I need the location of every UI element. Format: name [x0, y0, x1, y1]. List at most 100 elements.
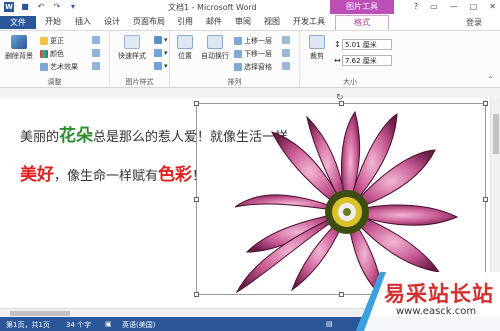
ribbon: 删除背景 更正 颜色 艺术效果 调整 快速样式 ▾ ▾ ▾ 图片样式 位置 自动…	[0, 30, 500, 89]
picture-border-icon	[154, 36, 162, 44]
bring-forward-icon	[234, 37, 242, 45]
tab-home[interactable]: 开始	[45, 15, 61, 29]
remove-background-icon	[11, 35, 27, 49]
ruler	[0, 88, 500, 98]
selected-picture[interactable]: ↻	[194, 93, 488, 299]
save-icon[interactable]: ■	[20, 2, 30, 12]
resize-handle-left[interactable]	[194, 197, 199, 202]
tab-file[interactable]: 文件	[0, 16, 36, 29]
proofing-icon[interactable]: ▣	[105, 320, 112, 328]
flower-image	[234, 110, 459, 299]
collapse-ribbon-icon[interactable]: ⌃	[487, 75, 494, 84]
artistic-effects-label: 艺术效果	[50, 63, 78, 71]
width-field[interactable]: 7.62 厘米	[342, 55, 392, 66]
document-line-2[interactable]: 美好，像生命一样赋有色彩！	[20, 160, 205, 185]
compress-icon	[92, 36, 100, 44]
selection-pane-label: 选择窗格	[244, 63, 272, 71]
tab-references[interactable]: 引用	[177, 15, 193, 29]
language-status[interactable]: 英语(美国)	[122, 320, 155, 330]
picture-layout-button[interactable]: ▾	[154, 62, 168, 70]
wrap-text-button[interactable]: 自动换行	[198, 35, 232, 61]
adjust-group: 删除背景 更正 颜色 艺术效果 调整	[0, 31, 110, 89]
quick-styles-icon	[124, 35, 140, 49]
login-link[interactable]: 登录	[466, 17, 482, 28]
resize-handle-right[interactable]	[483, 197, 488, 202]
corrections-label: 更正	[50, 37, 64, 45]
align-button[interactable]	[282, 36, 290, 44]
quick-styles-label: 快速样式	[118, 52, 146, 60]
vertical-scroll-thumb[interactable]	[493, 114, 499, 154]
undo-icon[interactable]: ↶	[36, 2, 46, 12]
tab-mailings[interactable]: 邮件	[206, 15, 222, 29]
help-icon[interactable]: ?	[414, 2, 418, 11]
adjust-group-label: 调整	[47, 78, 62, 86]
change-picture-button[interactable]	[92, 49, 100, 57]
quick-access-toolbar: W ■ ↶ ↷ ▾	[4, 2, 78, 12]
send-backward-button[interactable]: 下移一层	[234, 49, 272, 59]
artistic-effects-icon	[40, 63, 48, 71]
tab-insert[interactable]: 插入	[75, 15, 91, 29]
picture-border-button[interactable]: ▾	[154, 36, 168, 44]
maximize-icon[interactable]: ▢	[470, 2, 478, 11]
tab-page-layout[interactable]: 页面布局	[133, 15, 165, 29]
rotate-button[interactable]	[282, 62, 290, 70]
selection-pane-button[interactable]: 选择窗格	[234, 62, 272, 72]
bring-forward-button[interactable]: 上移一层	[234, 36, 272, 46]
remove-background-button[interactable]: 删除背景	[2, 35, 36, 61]
compress-pictures-button[interactable]	[92, 36, 100, 44]
tab-review[interactable]: 审阅	[235, 15, 251, 29]
crop-button[interactable]: 裁剪	[306, 35, 328, 61]
color-icon	[40, 50, 48, 58]
group-objects-button[interactable]	[282, 49, 290, 57]
close-icon[interactable]: ✕	[489, 2, 496, 11]
picture-styles-group: 快速样式 ▾ ▾ ▾ 图片样式	[110, 31, 170, 89]
height-field[interactable]: 5.01 厘米	[342, 39, 392, 50]
remove-background-label: 删除背景	[5, 52, 33, 60]
tab-design[interactable]: 设计	[104, 15, 120, 29]
resize-handle-bottom-left[interactable]	[194, 292, 199, 297]
corrections-button[interactable]: 更正	[40, 36, 64, 46]
picture-tools-header: 图片工具	[330, 0, 394, 14]
color-button[interactable]: 颜色	[40, 49, 64, 59]
rotate-handle-icon[interactable]: ↻	[336, 93, 344, 103]
position-label: 位置	[178, 52, 192, 60]
ribbon-display-icon[interactable]: ▭	[430, 2, 438, 11]
crop-icon	[309, 35, 325, 49]
send-backward-icon	[234, 50, 242, 58]
redo-icon[interactable]: ↷	[52, 2, 62, 12]
line1-highlight-green: 花朵	[59, 126, 94, 146]
tab-view[interactable]: 视图	[264, 15, 280, 29]
position-button[interactable]: 位置	[172, 35, 198, 61]
align-icon	[282, 36, 290, 44]
line1-text-a: 美丽的	[20, 130, 60, 145]
reset-picture-icon	[92, 62, 100, 70]
color-label: 颜色	[50, 50, 64, 58]
tab-format[interactable]: 格式	[335, 15, 389, 30]
width-icon: ↔	[334, 56, 341, 65]
customize-qat-icon[interactable]: ▾	[68, 2, 78, 12]
read-mode-icon[interactable]: ▤	[326, 320, 333, 328]
tab-developer[interactable]: 开发工具	[293, 15, 325, 29]
minimize-icon[interactable]: —	[450, 2, 458, 11]
watermark-text: 易采站长站	[384, 281, 494, 306]
line2-text-b: ，像生命一样赋有	[54, 169, 159, 184]
resize-handle-top-right[interactable]	[483, 101, 488, 106]
horizontal-scroll-thumb[interactable]	[10, 311, 70, 316]
resize-handle-bottom[interactable]	[339, 292, 344, 297]
corrections-icon	[40, 37, 48, 45]
picture-layout-icon	[154, 62, 162, 70]
wrap-text-label: 自动换行	[201, 52, 229, 60]
reset-picture-button[interactable]	[92, 62, 100, 70]
page-count[interactable]: 第1页，共1页	[6, 320, 50, 330]
resize-handle-top-left[interactable]	[194, 101, 199, 106]
line2-highlight-red-a: 美好	[20, 165, 54, 185]
change-picture-icon	[92, 49, 100, 57]
position-icon	[177, 35, 193, 49]
bring-forward-label: 上移一层	[244, 37, 272, 45]
quick-styles-button[interactable]: 快速样式	[114, 35, 150, 61]
word-count[interactable]: 34 个字	[66, 320, 91, 330]
picture-effects-button[interactable]: ▾	[154, 49, 168, 57]
artistic-effects-button[interactable]: 艺术效果	[40, 62, 78, 72]
word-icon: W	[4, 2, 14, 12]
group-icon	[282, 49, 290, 57]
